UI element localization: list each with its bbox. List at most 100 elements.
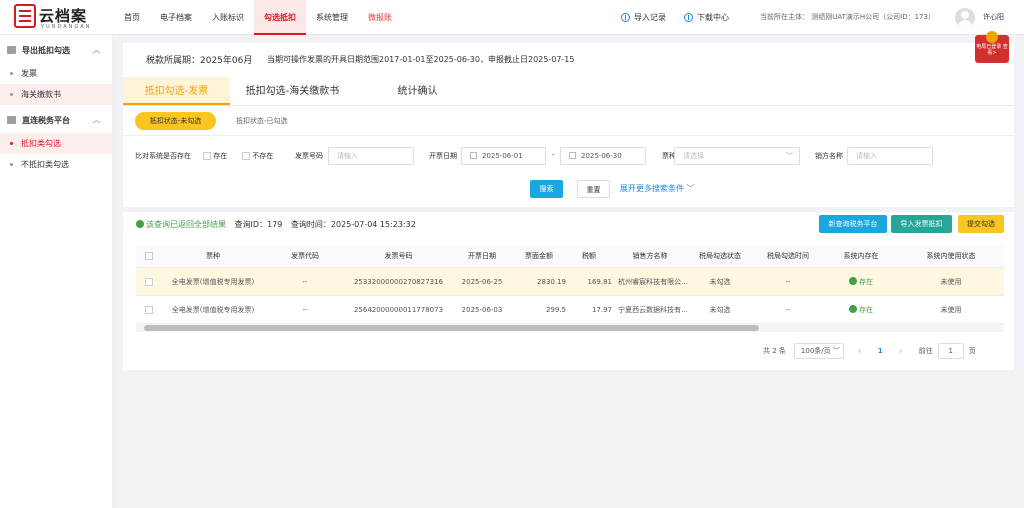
main-panel: 税款所属期：2025年06月 当期可操作发票的开具日期范围2017-01-01至…: [123, 31, 1014, 370]
sidebar-item-deduct[interactable]: 抵扣类勾选: [0, 133, 112, 154]
row-checkbox[interactable]: [144, 277, 153, 286]
tab-invoice[interactable]: 抵扣勾选-发票: [123, 77, 230, 105]
date-from-value: 2025-06-01: [482, 152, 523, 160]
select-all-checkbox[interactable]: [144, 252, 153, 260]
sidebar-group-export[interactable]: 导出抵扣勾选 ︿: [0, 37, 112, 63]
cell-use-status: 未使用: [940, 277, 962, 286]
cell-seller: 宁夏西云数据科技有...: [618, 305, 688, 314]
cell-tax: 17.97: [591, 305, 612, 314]
nav-home[interactable]: 首页: [114, 0, 150, 35]
query-id: 查询ID：179: [234, 220, 283, 229]
import-deduction-button[interactable]: 导入发票抵扣: [891, 215, 952, 233]
submit-selection-button[interactable]: 提交勾选: [958, 215, 1004, 233]
sidebar-item-customs[interactable]: 海关缴款书: [0, 84, 112, 105]
logo[interactable]: 云档案 YUNDANGAN: [14, 4, 89, 30]
search-button[interactable]: 搜索: [530, 180, 563, 198]
check-circle-icon: [849, 276, 857, 285]
table-row[interactable]: 全电发票(增值税专用发票) -- 25332000000270827316 20…: [136, 268, 1004, 296]
download-center-link[interactable]: 下载中心: [684, 0, 729, 35]
exist-no-option[interactable]: 不存在: [242, 151, 273, 161]
section-divider: [123, 207, 1014, 212]
filter-bar: 比对系统是否存在 存在 不存在 发票号码 请输入 开票日期 2025-06-01…: [123, 147, 1014, 167]
nav-system-admin[interactable]: 系统管理: [306, 0, 358, 35]
exist-no-label: 不存在: [252, 152, 274, 160]
prev-page-button[interactable]: ‹: [858, 346, 862, 357]
page-size-select[interactable]: 100条/页 ﹀: [793, 343, 844, 359]
result-message: 该查询已返回全部结果: [146, 220, 226, 229]
row-checkbox[interactable]: [144, 305, 153, 314]
type-select[interactable]: 请选择 ﹀: [674, 147, 800, 165]
seller-input[interactable]: 请输入: [847, 147, 933, 165]
sidebar-group-direct[interactable]: 直连税务平台 ︿: [0, 107, 112, 133]
col-exists: 系统内存在: [843, 252, 879, 260]
nav-micro-reimburse[interactable]: 微报账: [358, 0, 402, 35]
main-nav: 首页 电子档案 入账标识 勾选抵扣 系统管理 微报账: [114, 0, 402, 35]
expand-filters-link[interactable]: 展开更多搜索条件 ﹀: [620, 183, 695, 194]
checkbox[interactable]: [203, 152, 211, 160]
next-page-button[interactable]: ›: [899, 346, 903, 357]
date-from-input[interactable]: 2025-06-01: [461, 147, 546, 165]
sidebar-item-label: 发票: [21, 69, 37, 78]
avatar: [955, 7, 975, 28]
type-placeholder: 请选择: [683, 152, 704, 160]
invoice-no-input[interactable]: 请输入: [328, 147, 414, 165]
tax-bureau-login-badge[interactable]: 电局已登录 查看>: [975, 31, 1009, 63]
col-bureau-time: 税局勾选时间: [767, 252, 809, 260]
col-bureau-status: 税局勾选状态: [699, 252, 741, 260]
checkbox[interactable]: [242, 152, 250, 160]
logo-subtitle: YUNDANGAN: [41, 24, 92, 30]
goto-page-input[interactable]: 1: [937, 343, 964, 359]
horizontal-scrollbar[interactable]: [136, 324, 1004, 332]
nav-deduction-select[interactable]: 勾选抵扣: [254, 0, 306, 35]
date-to-input[interactable]: 2025-06-30: [560, 147, 646, 165]
logo-text: 云档案: [39, 6, 88, 25]
import-log-link[interactable]: 导入记录: [621, 0, 666, 35]
subtab-unselected[interactable]: 抵扣状态-未勾选: [135, 112, 216, 130]
col-use-status: 系统内使用状态: [926, 252, 976, 260]
col-tax: 税额: [582, 252, 596, 260]
reset-button[interactable]: 重置: [577, 180, 610, 198]
page-number-1[interactable]: 1: [878, 347, 883, 355]
sidebar-group-label: 直连税务平台: [22, 115, 70, 125]
exist-yes-label: 存在: [213, 152, 228, 160]
nav-entry-mark[interactable]: 入账标识: [202, 0, 254, 35]
current-entity[interactable]: 当前所在主体： 测绩刚UAT演示H公司（公司ID：173）: [760, 0, 935, 35]
col-code: 发票代码: [291, 252, 319, 260]
select-all-cell[interactable]: [136, 252, 161, 260]
sidebar-item-label: 海关缴款书: [21, 90, 61, 99]
row-select-cell[interactable]: [136, 277, 161, 286]
cell-type: 全电发票(增值税专用发票): [171, 305, 255, 314]
cell-exists-text: 存在: [859, 277, 873, 286]
sidebar-item-nondeduct[interactable]: 不抵扣类勾选: [0, 154, 112, 175]
total-count: 共 2 条: [763, 347, 786, 355]
query-time: 查询时间：2025-07-04 15:23:32: [290, 220, 416, 229]
exist-yes-option[interactable]: 存在: [203, 151, 227, 161]
download-icon: [684, 13, 693, 22]
scrollbar-thumb[interactable]: [144, 325, 759, 331]
import-log-label: 导入记录: [634, 13, 666, 22]
check-circle-icon: [849, 304, 857, 313]
tab-stats-confirm[interactable]: 统计确认: [355, 77, 480, 105]
cell-bureau-time: --: [785, 305, 791, 314]
sidebar-item-invoice[interactable]: 发票: [0, 63, 112, 84]
calendar-icon: [569, 152, 576, 159]
table-row[interactable]: 全电发票(增值税专用发票) -- 25642000000011778073 20…: [136, 296, 1004, 324]
exist-label: 比对系统是否存在: [135, 152, 191, 160]
tab-customs[interactable]: 抵扣勾选-海关缴款书: [230, 77, 355, 105]
col-number: 发票号码: [384, 252, 413, 260]
period-note: 当期可操作发票的开具日期范围2017-01-01至2025-06-30，申报截止…: [267, 55, 575, 64]
top-bar: 云档案 YUNDANGAN 首页 电子档案 入账标识 勾选抵扣 系统管理 微报账…: [0, 0, 1024, 35]
subtab-selected[interactable]: 抵扣状态-已勾选: [236, 112, 288, 130]
cell-code: --: [302, 305, 308, 314]
user-menu[interactable]: 许心阳: [955, 0, 1004, 35]
cell-exists: 存在: [824, 276, 898, 287]
cell-number: 25332000000270827316: [353, 277, 444, 286]
date-label: 开票日期: [429, 152, 457, 160]
col-seller: 销售方名称: [632, 252, 668, 260]
nav-e-archive[interactable]: 电子档案: [150, 0, 202, 35]
row-select-cell[interactable]: [136, 305, 161, 314]
query-platform-button[interactable]: 新查询税务平台: [819, 215, 887, 233]
cell-exists-text: 存在: [859, 305, 873, 314]
goto-label: 前往: [918, 347, 933, 355]
chevron-up-icon: ︿: [93, 116, 100, 124]
